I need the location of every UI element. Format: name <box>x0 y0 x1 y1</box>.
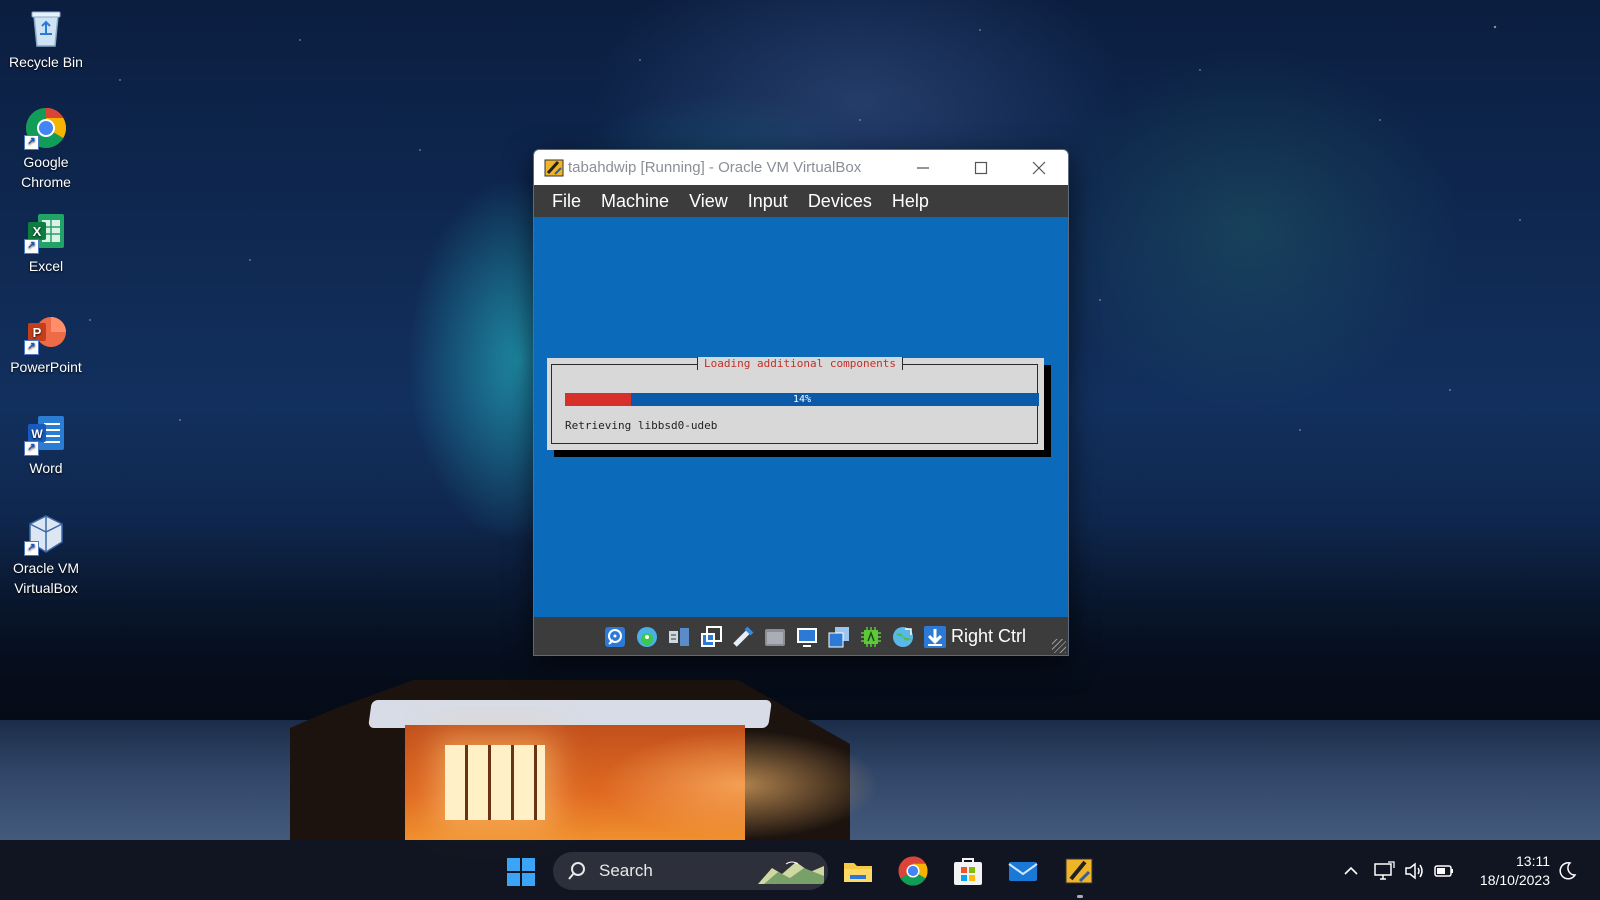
network-icon[interactable] <box>1373 860 1395 882</box>
chrome-icon[interactable] <box>897 855 929 887</box>
active-app-indicator <box>1077 895 1083 898</box>
menu-input[interactable]: Input <box>738 185 798 217</box>
maximize-button[interactable] <box>952 150 1010 185</box>
excel-icon: X ↗ <box>24 210 68 254</box>
taskbar-search-box[interactable]: Search <box>553 852 828 890</box>
desktop: Recycle Bin ↗ Google Chrome X ↗ Excel P … <box>0 0 1600 900</box>
minimize-button[interactable] <box>894 150 952 185</box>
progress-label: 14% <box>792 394 812 405</box>
desktop-icon-word[interactable]: W ↗ Word <box>4 412 88 478</box>
network-icon[interactable] <box>699 625 723 649</box>
svg-text:X: X <box>33 224 42 239</box>
cpu-icon[interactable] <box>859 625 883 649</box>
desktop-icon-recycle-bin[interactable]: Recycle Bin <box>4 6 88 72</box>
dialog-frame: Loading additional components 14% Retrie… <box>551 357 1039 444</box>
optical-drive-icon[interactable] <box>635 625 659 649</box>
chrome-icon: ↗ <box>24 106 68 150</box>
battery-icon[interactable] <box>1433 860 1455 882</box>
desktop-icon-label: PowerPoint <box>10 359 82 375</box>
wallpaper-glow <box>600 730 880 840</box>
dialog-title: Loading additional components <box>697 357 904 370</box>
taskbar: Search 13:11 18/10/2023 <box>0 840 1600 900</box>
status-bar: Right Ctrl <box>534 617 1068 655</box>
search-highlight-image <box>758 858 824 884</box>
close-icon <box>1032 161 1046 174</box>
clock-time: 13:11 <box>1516 853 1550 869</box>
mouse-integration-icon[interactable] <box>923 625 947 649</box>
menu-view[interactable]: View <box>679 185 738 217</box>
maximize-icon <box>974 161 988 174</box>
menu-help[interactable]: Help <box>882 185 939 217</box>
vm-display[interactable]: Loading additional components 14% Retrie… <box>534 217 1068 617</box>
display-icon[interactable] <box>795 625 819 649</box>
microsoft-store-icon[interactable] <box>952 855 984 887</box>
desktop-icon-powerpoint[interactable]: P ↗ PowerPoint <box>4 311 88 377</box>
menu-bar: File Machine View Input Devices Help <box>534 185 1068 217</box>
progress-bar: 14% <box>565 393 1039 406</box>
search-label: Search <box>599 861 653 880</box>
close-button[interactable] <box>1010 150 1068 185</box>
desktop-icon-label: Word <box>29 460 63 476</box>
wallpaper-cabin-window <box>445 745 545 820</box>
shortcut-arrow-icon: ↗ <box>24 239 39 254</box>
usb-icon[interactable] <box>731 625 755 649</box>
clock-date: 18/10/2023 <box>1479 872 1550 888</box>
menu-devices[interactable]: Devices <box>798 185 882 217</box>
window-title: tabahdwip [Running] - Oracle VM VirtualB… <box>568 159 862 176</box>
virtualbox-icon[interactable] <box>1063 855 1095 887</box>
shortcut-arrow-icon: ↗ <box>24 135 39 150</box>
search-icon <box>567 861 587 886</box>
windows-logo-icon <box>507 858 535 886</box>
virtualbox-icon: ↗ <box>24 512 68 556</box>
desktop-icon-label: Recycle Bin <box>9 54 83 70</box>
shortcut-arrow-icon: ↗ <box>24 541 39 556</box>
recycle-bin-icon <box>24 6 68 50</box>
mail-icon[interactable] <box>1007 855 1039 887</box>
svg-text:P: P <box>33 325 42 340</box>
file-explorer-icon[interactable] <box>842 855 874 887</box>
desktop-icon-label: Excel <box>28 258 64 274</box>
clock[interactable]: 13:11 18/10/2023 <box>1470 852 1550 890</box>
progress-status: Retrieving libbsd0-udeb <box>565 419 718 432</box>
window-titlebar[interactable]: tabahdwip [Running] - Oracle VM VirtualB… <box>534 150 1068 185</box>
desktop-icon-label: Oracle VM VirtualBox <box>12 560 80 596</box>
virtualbox-window[interactable]: tabahdwip [Running] - Oracle VM VirtualB… <box>533 149 1069 656</box>
moon-icon[interactable] <box>1556 860 1578 882</box>
powerpoint-icon: P ↗ <box>24 311 68 355</box>
chevron-up-icon[interactable] <box>1340 860 1362 882</box>
hard-disk-icon[interactable] <box>603 625 627 649</box>
desktop-icon-virtualbox[interactable]: ↗ Oracle VM VirtualBox <box>4 512 88 598</box>
shortcut-arrow-icon: ↗ <box>24 340 39 355</box>
shortcut-arrow-icon: ↗ <box>24 441 39 456</box>
installer-dialog: Loading additional components 14% Retrie… <box>547 357 1044 450</box>
svg-text:W: W <box>31 427 43 441</box>
desktop-icon-google-chrome[interactable]: ↗ Google Chrome <box>4 106 88 192</box>
virtualbox-icon <box>544 158 564 178</box>
volume-icon[interactable] <box>1403 860 1425 882</box>
shared-folders-icon[interactable] <box>763 625 787 649</box>
host-key-label: Right Ctrl <box>951 626 1027 646</box>
minimize-icon <box>917 166 929 169</box>
start-button[interactable] <box>506 857 536 887</box>
audio-icon[interactable] <box>667 625 691 649</box>
desktop-icon-label: Google Chrome <box>21 154 71 190</box>
resize-grip[interactable] <box>1052 639 1066 653</box>
desktop-icon-excel[interactable]: X ↗ Excel <box>4 210 88 276</box>
video-capture-icon[interactable] <box>827 625 851 649</box>
guest-additions-icon[interactable] <box>891 625 915 649</box>
menu-machine[interactable]: Machine <box>591 185 679 217</box>
wallpaper-cabin-roof <box>368 700 772 728</box>
menu-file[interactable]: File <box>542 185 591 217</box>
word-icon: W ↗ <box>24 412 68 456</box>
